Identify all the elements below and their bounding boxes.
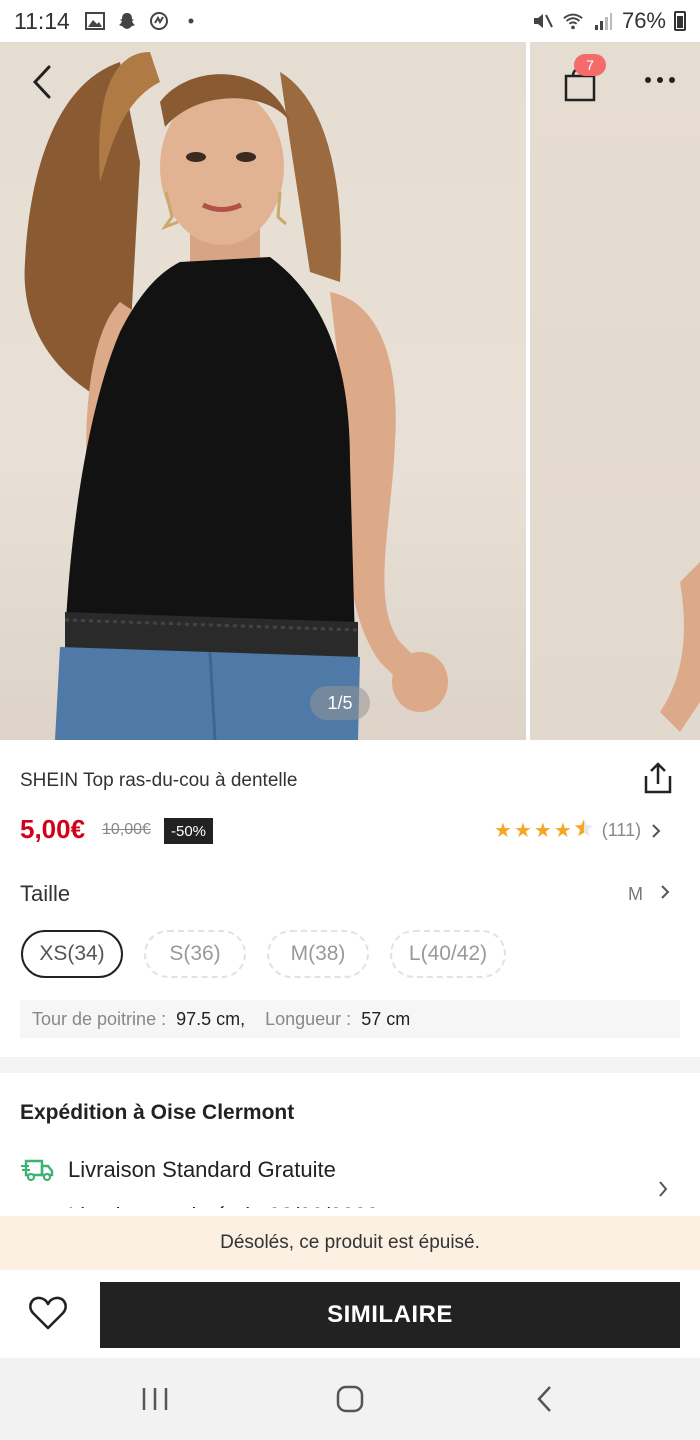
size-option[interactable]: L(40/42)	[390, 930, 506, 978]
star-icon: ★	[553, 819, 572, 842]
shipping-method[interactable]: Livraison Standard Gratuite	[68, 1157, 336, 1183]
sold-out-notice: Désolés, ce produit est épuisé.	[0, 1216, 700, 1270]
more-dot-icon	[669, 77, 675, 83]
size-measurements: Tour de poitrine : 97.5 cm, Longueur : 5…	[20, 1000, 680, 1038]
signal-icon	[592, 11, 614, 31]
measure-label: Longueur :	[265, 1008, 352, 1029]
rating-count: (111)	[601, 820, 642, 840]
system-nav-bar	[0, 1358, 700, 1440]
bottom-action-bar: SIMILAIRE	[0, 1270, 700, 1358]
measure-label: Tour de poitrine :	[32, 1008, 167, 1029]
product-gallery[interactable]: 7 1/5	[0, 42, 700, 740]
chevron-right-icon[interactable]	[658, 1180, 668, 1198]
product-title: SHEIN Top ras-du-cou à dentelle	[20, 770, 298, 791]
chevron-left-icon	[32, 65, 51, 99]
status-right-icons: 76%	[532, 8, 686, 34]
snapchat-icon	[116, 11, 138, 31]
heart-icon	[29, 1296, 67, 1330]
more-dot-icon	[657, 77, 663, 83]
gallery-icon	[84, 11, 106, 31]
size-option[interactable]: M(38)	[267, 930, 369, 978]
home-button[interactable]	[335, 1384, 365, 1414]
more-dot-icon	[645, 77, 651, 83]
product-image-next[interactable]	[530, 42, 700, 740]
shipping-estimate: Livraison estimée le 03/09/2020	[68, 1203, 379, 1217]
system-back-button[interactable]	[532, 1384, 558, 1414]
size-options: XS(34) S(36) M(38) L(40/42)	[21, 930, 506, 978]
recent-apps-button[interactable]	[140, 1386, 170, 1412]
measure-value: 97.5 cm,	[176, 1008, 246, 1029]
wishlist-button[interactable]	[28, 1295, 72, 1335]
status-bar: 11:14 76%	[0, 0, 700, 42]
status-left-icons	[84, 11, 202, 31]
home-icon	[336, 1385, 364, 1413]
back-arrow-icon	[537, 1386, 551, 1412]
rating-summary[interactable]: ★ ★ ★ ★ (111)	[494, 818, 661, 843]
cart-badge: 7	[574, 54, 606, 76]
share-icon	[644, 762, 672, 794]
original-price: 10,00€	[102, 821, 151, 838]
product-image-main[interactable]	[0, 42, 526, 740]
battery-percent: 76%	[621, 8, 666, 33]
chevron-right-icon	[652, 823, 661, 838]
size-option[interactable]: XS(34)	[21, 930, 123, 978]
activity-icon	[148, 11, 170, 31]
star-icon: ★	[494, 819, 512, 842]
size-option[interactable]: S(36)	[144, 930, 246, 978]
mute-icon	[532, 11, 554, 31]
chevron-right-icon[interactable]	[660, 884, 670, 900]
size-label: Taille	[20, 881, 71, 906]
star-icon: ★	[533, 819, 552, 842]
similar-button[interactable]: SIMILAIRE	[100, 1282, 680, 1348]
wifi-icon	[562, 11, 584, 31]
battery-icon	[674, 11, 686, 31]
status-time: 11:14	[14, 7, 70, 34]
measure-value: 57 cm	[361, 1008, 411, 1029]
section-divider	[0, 1057, 700, 1073]
share-button[interactable]	[640, 760, 680, 800]
back-button[interactable]	[22, 62, 62, 102]
discount-badge: -50%	[164, 818, 214, 844]
size-guide-link[interactable]: M	[628, 884, 643, 905]
dot-icon	[180, 11, 202, 31]
recent-apps-icon	[142, 1388, 168, 1410]
price: 5,00€	[20, 814, 86, 844]
truck-icon	[20, 1158, 54, 1182]
page-indicator: 1/5	[310, 686, 370, 720]
half-star-icon	[574, 818, 594, 843]
shipping-title: Expédition à Oise Clermont	[20, 1101, 295, 1124]
star-icon: ★	[513, 819, 532, 842]
more-options-button[interactable]	[636, 68, 684, 92]
